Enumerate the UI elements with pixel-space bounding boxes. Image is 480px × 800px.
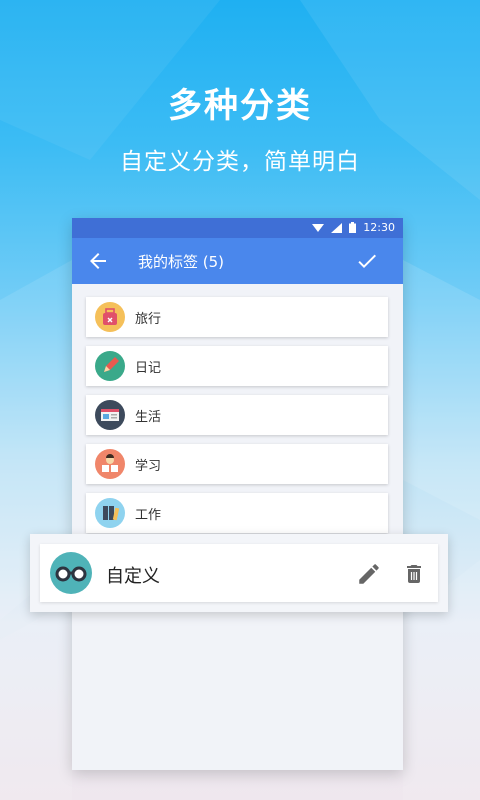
- delete-icon[interactable]: [402, 561, 426, 587]
- tag-label: 学习: [135, 458, 162, 474]
- wifi-icon: [312, 223, 325, 232]
- tag-item-study[interactable]: 学习: [86, 444, 388, 484]
- binders-icon: [95, 498, 125, 528]
- reader-icon: [95, 449, 125, 479]
- tag-label: 工作: [135, 507, 162, 523]
- tag-item-custom[interactable]: 自定义: [40, 544, 438, 602]
- tag-item-work[interactable]: 工作: [86, 493, 388, 533]
- tag-label: 日记: [135, 360, 162, 376]
- tag-label: 生活: [135, 409, 162, 425]
- status-bar: 12:30: [72, 218, 403, 238]
- tag-label: 自定义: [106, 566, 160, 587]
- back-arrow-icon[interactable]: [86, 249, 110, 273]
- promo-subline: 自定义分类，简单明白: [120, 149, 360, 175]
- battery-icon: [349, 222, 357, 233]
- tag-list: 旅行 日记 生活 学习 工作: [86, 297, 388, 542]
- glasses-icon: [50, 552, 92, 594]
- tag-item-diary[interactable]: 日记: [86, 346, 388, 386]
- tag-item-life[interactable]: 生活: [86, 395, 388, 435]
- check-icon[interactable]: [355, 249, 379, 273]
- edit-icon[interactable]: [356, 561, 382, 587]
- app-bar: 我的标签 (5): [72, 238, 403, 284]
- suitcase-icon: [95, 302, 125, 332]
- page-title: 我的标签 (5): [138, 253, 225, 271]
- promo-headline: 多种分类: [168, 86, 312, 126]
- dragged-tag-card[interactable]: 自定义: [30, 534, 448, 612]
- tag-item-travel[interactable]: 旅行: [86, 297, 388, 337]
- phone-screen: 12:30 我的标签 (5) 旅行 日记 生活 学习 工作: [72, 218, 403, 770]
- monitor-icon: [95, 400, 125, 430]
- signal-icon: [331, 222, 343, 233]
- pencil-icon: [95, 351, 125, 381]
- status-time: 12:30: [363, 221, 395, 234]
- tag-label: 旅行: [135, 311, 162, 327]
